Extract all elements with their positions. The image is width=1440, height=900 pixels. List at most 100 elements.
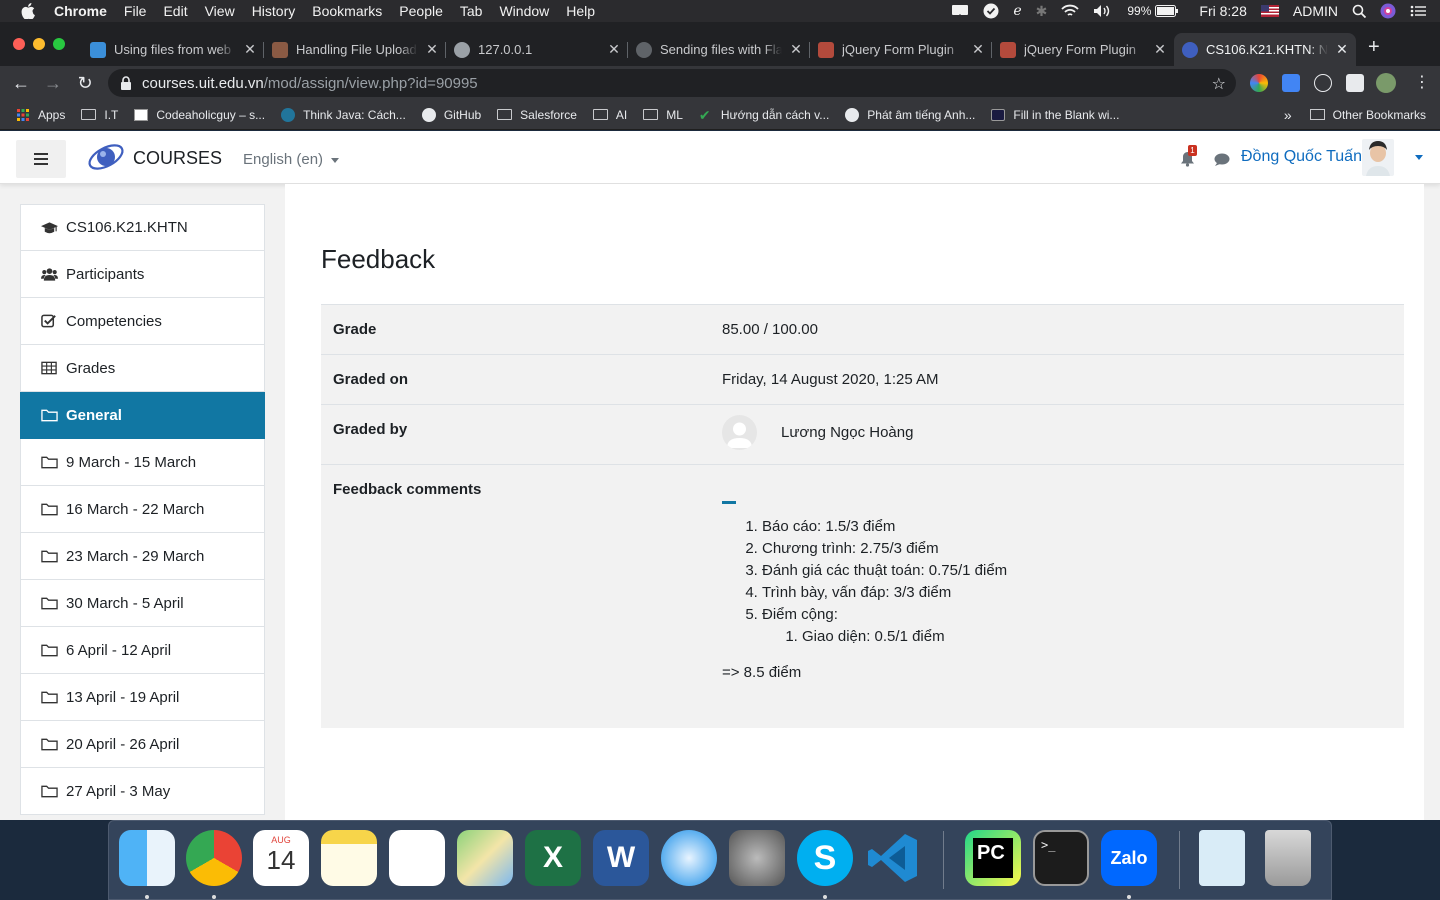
bookmark-star-icon[interactable]: ☆	[1212, 74, 1226, 94]
us-flag-icon[interactable]	[1260, 5, 1279, 17]
menu-bookmarks[interactable]: Bookmarks	[312, 0, 382, 22]
react-devtools-icon[interactable]	[1314, 74, 1332, 92]
reminders-icon[interactable]	[389, 830, 445, 886]
site-logo-icon[interactable]	[86, 139, 126, 175]
language-selector[interactable]: English (en)	[243, 151, 340, 168]
system-preferences-icon[interactable]	[729, 830, 785, 886]
menu-app-name[interactable]: Chrome	[54, 0, 107, 22]
close-tab-icon[interactable]: ✕	[242, 41, 258, 58]
extensions-puzzle-icon[interactable]	[1346, 74, 1364, 92]
user-avatar[interactable]	[1362, 139, 1394, 176]
spotlight-search-icon[interactable]	[1352, 4, 1366, 18]
close-tab-icon[interactable]: ✕	[606, 41, 622, 58]
bookmark-github[interactable]: GitHub	[421, 107, 481, 122]
browser-tab[interactable]: jQuery Form Plugin ✕	[810, 33, 992, 66]
extension-color-wheel-icon[interactable]	[1250, 74, 1268, 92]
grader-name[interactable]: Lương Ngọc Hoàng	[781, 424, 913, 441]
back-arrow-icon[interactable]: ←	[10, 72, 32, 94]
close-tab-icon[interactable]: ✕	[1152, 41, 1168, 58]
nav-section-week[interactable]: 23 March - 29 March	[20, 533, 265, 580]
safari-icon[interactable]	[661, 830, 717, 886]
nav-section-week[interactable]: 20 April - 26 April	[20, 721, 265, 768]
battery-icon[interactable]	[1155, 5, 1179, 17]
bookmark-folder-ml[interactable]: ML	[643, 108, 683, 122]
browser-tab-active[interactable]: CS106.K21.KHTN: N ✕	[1174, 33, 1356, 66]
google-translate-icon[interactable]	[1282, 74, 1300, 92]
trash-icon[interactable]	[1265, 830, 1311, 886]
address-bar[interactable]: courses.uit.edu.vn/mod/assign/view.php?i…	[108, 69, 1236, 97]
minimize-window-button[interactable]	[33, 38, 45, 50]
document-icon[interactable]	[1199, 830, 1245, 886]
nav-course-home[interactable]: CS106.K21.KHTN	[20, 204, 265, 251]
bookmark-huong-dan[interactable]: ✔ Hướng dẫn cách v...	[699, 108, 829, 122]
bookmark-phat-am[interactable]: Phát âm tiếng Anh...	[845, 107, 975, 122]
skype-icon[interactable]: S	[797, 830, 853, 886]
bookmark-apps[interactable]: Apps	[16, 108, 65, 122]
user-menu-chevron-icon[interactable]	[1415, 155, 1423, 160]
finder-icon[interactable]	[119, 830, 175, 886]
nav-section-week[interactable]: 27 April - 3 May	[20, 768, 265, 815]
nav-section-week[interactable]: 30 March - 5 April	[20, 580, 265, 627]
menu-help[interactable]: Help	[566, 0, 595, 22]
vscode-icon[interactable]	[865, 830, 921, 886]
drawer-toggle-button[interactable]	[16, 140, 66, 178]
browser-tab[interactable]: Using files from web ✕	[82, 33, 264, 66]
checkmark-circle-icon[interactable]	[983, 3, 999, 19]
siri-icon[interactable]	[1380, 3, 1396, 19]
nav-section-week[interactable]: 16 March - 22 March	[20, 486, 265, 533]
pycharm-icon[interactable]: PC	[965, 830, 1021, 886]
bluetooth-icon[interactable]: ✱	[1036, 3, 1048, 20]
user-menu-name[interactable]: Đồng Quốc Tuấn	[1241, 148, 1362, 166]
collapse-toggle-icon[interactable]	[722, 501, 736, 504]
close-tab-icon[interactable]: ✕	[1334, 41, 1350, 58]
script-e-icon[interactable]: e	[1013, 3, 1021, 19]
nav-competencies[interactable]: Competencies	[20, 298, 265, 345]
close-tab-icon[interactable]: ✕	[788, 41, 804, 58]
menu-tab[interactable]: Tab	[460, 0, 483, 22]
nav-participants[interactable]: Participants	[20, 251, 265, 298]
zoom-window-button[interactable]	[53, 38, 65, 50]
new-tab-plus-icon[interactable]: +	[1368, 36, 1380, 59]
bookmark-codeaholicguy[interactable]: Codeaholicguy – s...	[134, 108, 265, 122]
bookmark-folder-ai[interactable]: AI	[592, 108, 627, 122]
close-tab-icon[interactable]: ✕	[424, 41, 440, 58]
volume-icon[interactable]	[1093, 4, 1113, 18]
notification-center-icon[interactable]	[1410, 5, 1426, 17]
browser-tab[interactable]: Handling File Upload ✕	[264, 33, 446, 66]
other-bookmarks[interactable]: Other Bookmarks	[1333, 108, 1426, 122]
menu-people[interactable]: People	[399, 0, 443, 22]
bookmark-folder-it[interactable]: I.T	[81, 108, 118, 122]
apple-icon[interactable]	[20, 3, 36, 19]
nav-section-week[interactable]: 9 March - 15 March	[20, 439, 265, 486]
menu-user[interactable]: ADMIN	[1293, 3, 1338, 19]
clock[interactable]: Fri 8:28	[1199, 3, 1246, 19]
close-tab-icon[interactable]: ✕	[970, 41, 986, 58]
maps-icon[interactable]	[457, 830, 513, 886]
bookmark-fill-blank[interactable]: Fill in the Blank wi...	[991, 108, 1119, 122]
chrome-menu-icon[interactable]: ⋮	[1414, 72, 1430, 92]
nav-section-week[interactable]: 6 April - 12 April	[20, 627, 265, 674]
nav-section-week[interactable]: 13 April - 19 April	[20, 674, 265, 721]
browser-tab[interactable]: jQuery Form Plugin ✕	[992, 33, 1174, 66]
menu-file[interactable]: File	[124, 0, 147, 22]
profile-avatar-icon[interactable]	[1376, 73, 1396, 93]
bookmark-folder-salesforce[interactable]: Salesforce	[497, 108, 577, 122]
close-window-button[interactable]	[13, 38, 25, 50]
menu-window[interactable]: Window	[499, 0, 549, 22]
wifi-icon[interactable]	[1061, 4, 1080, 18]
menu-view[interactable]: View	[205, 0, 235, 22]
bookmark-think-java[interactable]: Think Java: Cách...	[281, 107, 406, 122]
reload-icon[interactable]: ↻	[74, 72, 96, 94]
nav-grades[interactable]: Grades	[20, 345, 265, 392]
terminal-icon[interactable]: >_	[1033, 830, 1089, 886]
word-icon[interactable]: W	[593, 830, 649, 886]
chrome-icon[interactable]	[186, 830, 242, 886]
menu-edit[interactable]: Edit	[163, 0, 187, 22]
browser-tab[interactable]: 127.0.0.1 ✕	[446, 33, 628, 66]
nav-section-general[interactable]: General	[20, 392, 265, 439]
forward-arrow-icon[interactable]: →	[42, 72, 64, 94]
excel-icon[interactable]: X	[525, 830, 581, 886]
chat-bubble-icon[interactable]	[1214, 153, 1230, 166]
zalo-icon[interactable]: Zalo	[1101, 830, 1157, 886]
screen-mirror-icon[interactable]	[951, 4, 969, 18]
